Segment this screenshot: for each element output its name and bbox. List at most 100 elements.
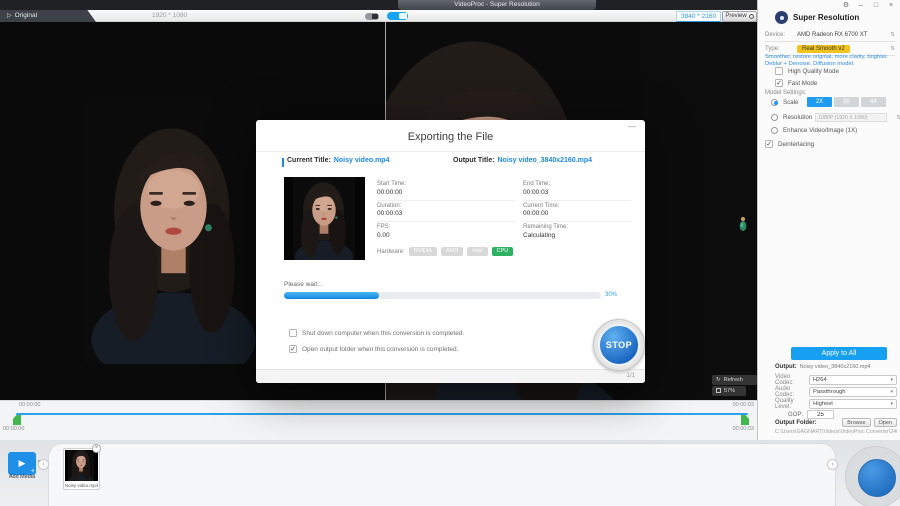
- apply-to-all-button[interactable]: Apply to All: [791, 347, 887, 360]
- quality-level-label: Quality Level:: [775, 398, 794, 410]
- hardware-badge-nvidia: NVIDIA: [408, 247, 438, 256]
- scale-radio[interactable]: [771, 98, 778, 106]
- enhance-label: Enhance Video/Image (1X): [783, 127, 858, 134]
- hardware-badge-cpu: CPU: [491, 247, 514, 256]
- export-thumbnail: [284, 177, 365, 260]
- dialog-footer: 1/1: [256, 369, 645, 383]
- stepper-icon[interactable]: ⇅: [896, 115, 900, 121]
- quality-level-select[interactable]: Highest ▾: [809, 399, 897, 409]
- preview-button[interactable]: Preview: [722, 10, 757, 22]
- page-indicator: 1/1: [626, 373, 635, 379]
- current-title-label: Current Title:: [287, 157, 331, 164]
- play-icon: ▷: [7, 13, 12, 19]
- output-filename: Noisy video_3840x2160.mp4: [799, 364, 871, 370]
- stepper-icon[interactable]: ⇅: [890, 32, 895, 38]
- export-info-right: End Time: 00:00:03 Current Time: 00:00:0…: [523, 179, 631, 244]
- open-folder-checkbox[interactable]: ✓: [289, 345, 297, 353]
- current-title-value: Noisy video.mp4: [333, 157, 390, 164]
- run-button[interactable]: [858, 459, 896, 497]
- target-resolution: 3840 * 2160: [676, 11, 722, 22]
- media-scroll-left-button[interactable]: ‹: [38, 459, 49, 470]
- toggle-knob: [399, 13, 407, 19]
- refresh-preview-button[interactable]: ↻ Refresh: [712, 375, 757, 385]
- fast-mode-checkbox[interactable]: ✓: [775, 79, 783, 87]
- enhance-row: Enhance Video/Image (1X): [771, 127, 900, 134]
- output-folder-label: Output Folder:: [775, 419, 817, 426]
- progress-percent: 30%: [605, 292, 618, 298]
- compare-toggle-on[interactable]: [387, 12, 408, 20]
- zoom-level-button[interactable]: 57%: [712, 386, 746, 396]
- open-button[interactable]: Open: [873, 418, 897, 427]
- tab-original-label: Original: [14, 12, 38, 19]
- zoom-level-value: 57%: [724, 387, 736, 394]
- high-quality-row: High Quality Mode: [775, 67, 900, 75]
- stepper-icon[interactable]: ⇅: [890, 46, 895, 52]
- timeline-track[interactable]: [16, 413, 748, 415]
- output-title-label: Output Title:: [453, 157, 495, 164]
- start-time-field: Start Time: 00:00:00: [377, 179, 515, 201]
- scale-option-2x[interactable]: 2X: [807, 97, 832, 107]
- maximize-icon[interactable]: □: [872, 1, 880, 10]
- resolution-select[interactable]: 1080P (1920 X 1080): [815, 113, 888, 122]
- video-codec-label: Video Codec:: [775, 374, 795, 386]
- video-codec-select[interactable]: H264 ▾: [808, 375, 897, 385]
- minimize-icon[interactable]: –: [857, 1, 865, 10]
- device-select[interactable]: AMD Radeon RX 6700 XT: [797, 32, 867, 38]
- scale-option-3x[interactable]: 3X: [834, 97, 859, 107]
- progress-bar: [284, 292, 601, 299]
- dialog-separator: [256, 151, 645, 152]
- device-row: Device: AMD Radeon RX 6700 XT ⇅: [765, 29, 895, 42]
- caret-down-icon: ▾: [890, 389, 893, 395]
- hardware-badge-intel: Intel: [467, 247, 488, 256]
- progress-fill: [284, 292, 380, 299]
- model-settings-row: Model Settings:: [765, 90, 895, 96]
- hardware-row: Hardware: NVIDIA AMD Intel CPU: [377, 247, 514, 256]
- stop-button[interactable]: STOP: [593, 319, 645, 371]
- clip-name: Noisy video.mp4: [64, 483, 99, 488]
- settings-gear-icon[interactable]: ⚙: [842, 1, 850, 10]
- compare-toggle-off[interactable]: [365, 12, 379, 20]
- high-quality-checkbox[interactable]: [775, 67, 783, 75]
- caret-down-icon: ▾: [890, 377, 893, 383]
- close-icon[interactable]: ×: [887, 1, 895, 10]
- shutdown-option-row: Shut down computer when this conversion …: [289, 329, 464, 337]
- deinterlacing-checkbox[interactable]: ✓: [765, 140, 773, 148]
- audio-codec-select[interactable]: Passthrough ▾: [808, 387, 897, 397]
- window-title: VideoProc - Super Resolution: [398, 0, 596, 10]
- media-clip-thumbnail[interactable]: Noisy video.mp4: [63, 448, 100, 490]
- enhance-radio[interactable]: [771, 127, 778, 134]
- timeline: [0, 400, 757, 440]
- timeline-start-time-bottom: 00:00:00: [3, 426, 25, 432]
- resolution-radio[interactable]: [771, 114, 778, 121]
- original-video-frame: [86, 102, 261, 364]
- progress-status-text: Please wait...: [284, 281, 323, 288]
- deinterlacing-label: Deinterlacing: [778, 140, 815, 148]
- model-settings-label: Model Settings:: [765, 90, 807, 96]
- video-codec-row: Video Codec: H264 ▾: [775, 374, 897, 386]
- export-info-left: Start Time: 00:00:00 Duration: 00:00:03 …: [377, 179, 515, 244]
- media-tray: [48, 443, 836, 506]
- tab-original[interactable]: ▷ Original: [0, 10, 96, 22]
- add-media-button[interactable]: ▶ +: [8, 452, 36, 475]
- remove-clip-button[interactable]: ×: [92, 444, 101, 453]
- browse-button[interactable]: Browse: [842, 418, 871, 427]
- caret-down-icon: ▾: [890, 401, 893, 407]
- media-scroll-right-button[interactable]: ›: [827, 459, 838, 470]
- current-title-row: Current Title: Noisy video.mp4: [287, 157, 389, 164]
- fps-field: FPS: 0.00: [377, 224, 391, 239]
- timeline-start-time-top: 00:00:00: [19, 402, 41, 408]
- add-media-label: Add Media: [8, 474, 36, 480]
- resolution-row: Resolution 1080P (1920 X 1080) ⇅: [771, 113, 900, 122]
- stop-button-face: STOP: [598, 324, 640, 366]
- dialog-minimize-icon[interactable]: —: [628, 122, 636, 131]
- shutdown-checkbox[interactable]: [289, 329, 297, 337]
- output-folder-path: C:\Users\GAGNART\Videos\VideoProc Conver…: [775, 429, 897, 435]
- zoom-level-icon: [716, 388, 721, 394]
- title-bar: VideoProc - Super Resolution: [0, 0, 757, 10]
- resolution-label: Resolution: [783, 114, 813, 121]
- output-folder-row: Output Folder: Browse Open: [775, 418, 897, 427]
- type-select[interactable]: Real Smooth v2: [797, 45, 850, 53]
- source-resolution: 1920 * 1080: [152, 12, 188, 19]
- scale-label: Scale: [783, 98, 799, 106]
- scale-option-4x[interactable]: 4X: [861, 97, 886, 107]
